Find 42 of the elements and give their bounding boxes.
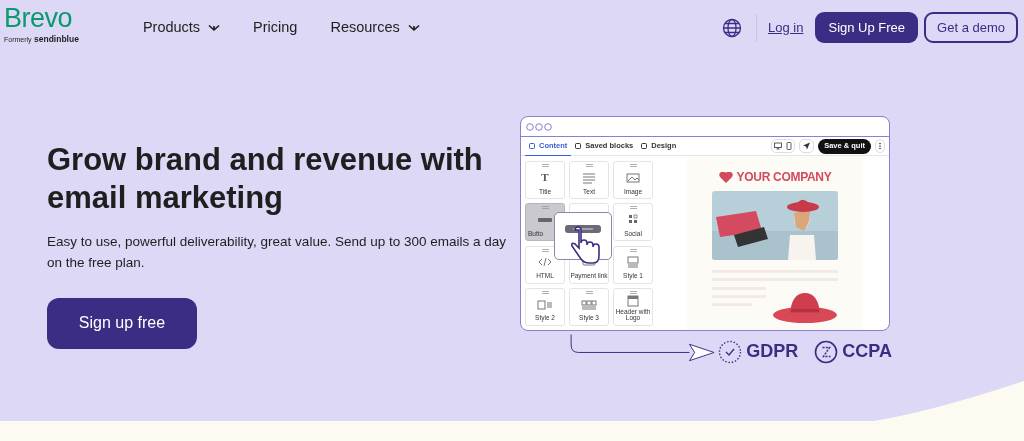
tab-icon xyxy=(641,143,648,149)
nav-link[interactable]: Resources xyxy=(330,16,400,39)
company-name: YOUR COMPANY xyxy=(736,169,832,186)
html-block-icon xyxy=(537,256,553,269)
signup-button[interactable]: Sign Up Free xyxy=(815,12,919,43)
nav-link[interactable]: Pricing xyxy=(253,16,298,39)
tab-icon xyxy=(575,143,582,149)
style2-block-icon xyxy=(537,298,553,311)
more-icon[interactable] xyxy=(878,142,882,150)
hero-subtitle: Easy to use, powerful deliverability, great value. Send up to 300 emails a day on the free plan. xyxy=(47,232,507,273)
title-block-icon: T xyxy=(541,172,549,184)
compliance-label: CCPA xyxy=(842,340,892,363)
seal-badge-icon xyxy=(814,339,839,364)
image-block-icon xyxy=(625,171,641,184)
style1-block-icon xyxy=(625,256,641,269)
mobile-icon[interactable] xyxy=(786,142,793,150)
signup-free-button[interactable]: Sign up free xyxy=(47,297,197,349)
send-icon[interactable] xyxy=(802,142,812,150)
style3-block-icon xyxy=(581,298,597,311)
drag-handle-icon xyxy=(585,290,593,294)
hero-heading: Grow brand and revenue with email marketing xyxy=(47,141,484,217)
headerlogo-block-icon xyxy=(625,295,641,308)
drag-handle-icon xyxy=(541,164,549,167)
compliance-label: GDPR xyxy=(746,340,799,363)
drag-handle-icon xyxy=(629,290,637,294)
drag-handle-icon xyxy=(541,248,549,252)
nav-link[interactable]: Products xyxy=(142,16,201,39)
desktop-icon[interactable] xyxy=(774,142,783,150)
text-block-icon xyxy=(581,171,597,184)
demo-button[interactable]: Get a demo xyxy=(924,12,1018,43)
login-link[interactable]: Log in xyxy=(768,17,804,38)
drag-handle-icon xyxy=(629,164,637,167)
drag-handle-icon xyxy=(629,248,637,252)
check-badge-icon xyxy=(718,339,743,364)
drag-handle-icon xyxy=(629,206,637,210)
globe-icon[interactable] xyxy=(722,17,743,38)
tab-icon xyxy=(529,142,535,149)
window-controls-icon xyxy=(526,122,552,131)
drag-handle-icon xyxy=(541,290,549,294)
drag-handle-icon xyxy=(585,164,593,167)
logo-icon xyxy=(718,171,733,183)
drag-handle-icon xyxy=(541,206,549,210)
